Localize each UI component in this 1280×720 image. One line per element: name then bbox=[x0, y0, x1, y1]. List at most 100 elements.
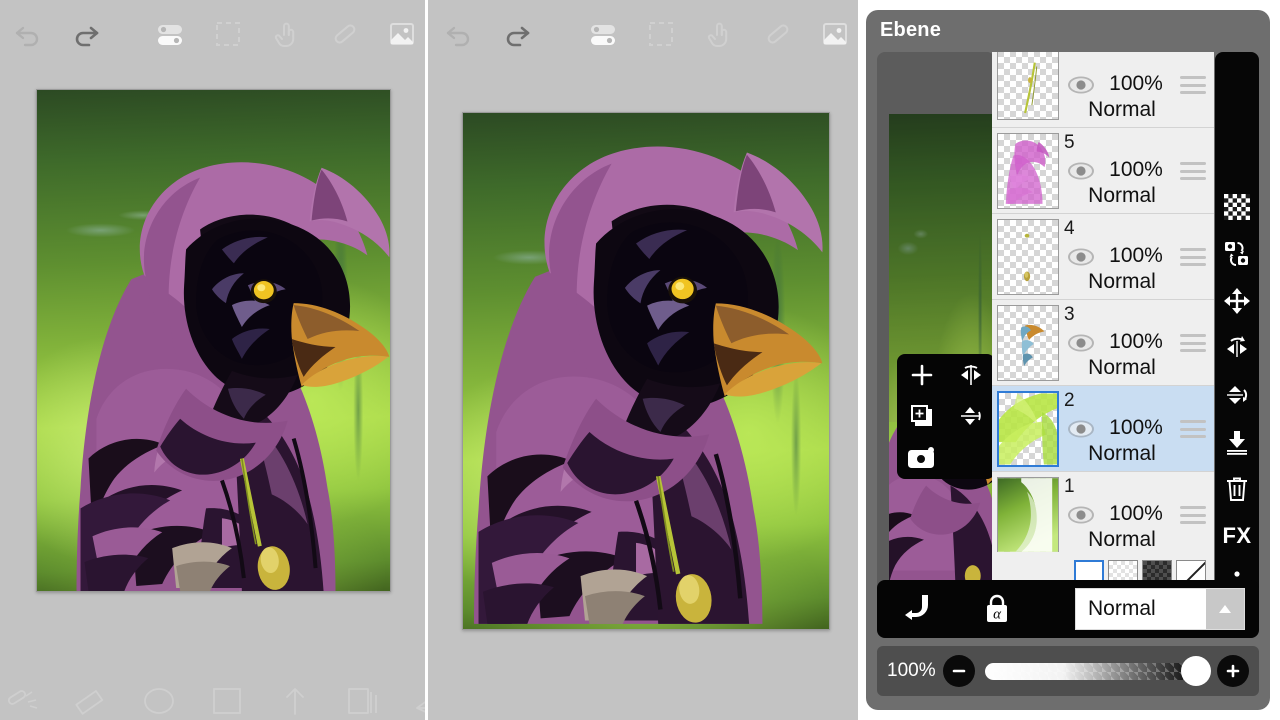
table-row[interactable]: 5 100% Normal bbox=[992, 128, 1214, 214]
layer-tool-rail: FX bbox=[1215, 52, 1259, 597]
checkerboard-icon[interactable] bbox=[1218, 192, 1256, 221]
layer-thumbnail[interactable] bbox=[997, 305, 1059, 381]
thumb-art-specks bbox=[998, 220, 1058, 294]
flip-horizontal-icon[interactable] bbox=[949, 355, 993, 395]
add-layer-icon[interactable] bbox=[900, 355, 944, 395]
layer-drag-handle[interactable] bbox=[1180, 506, 1206, 524]
table-row[interactable]: 100% Normal bbox=[992, 52, 1214, 128]
brush-icon[interactable] bbox=[0, 676, 46, 716]
flip-horizontal-icon[interactable] bbox=[1218, 333, 1256, 362]
fill-icon[interactable] bbox=[204, 676, 250, 716]
layer-drag-handle[interactable] bbox=[1180, 420, 1206, 438]
camera-icon[interactable] bbox=[900, 438, 944, 478]
fx-icon[interactable]: FX bbox=[1218, 521, 1256, 550]
layers-icon[interactable] bbox=[340, 676, 386, 716]
undo-icon[interactable] bbox=[5, 11, 51, 57]
canvas-center[interactable] bbox=[462, 112, 830, 630]
layer-opacity[interactable]: 100% bbox=[1100, 158, 1172, 182]
thumb-art-green-strokes bbox=[999, 393, 1057, 465]
pencil-icon[interactable] bbox=[321, 11, 367, 57]
layer-number: 3 bbox=[1064, 304, 1075, 325]
artwork-raven-center bbox=[463, 113, 829, 629]
blend-mode-select[interactable]: Normal bbox=[1075, 588, 1245, 630]
layer-drag-handle[interactable] bbox=[1180, 334, 1206, 352]
image-icon[interactable] bbox=[379, 11, 425, 57]
layer-opacity[interactable]: 100% bbox=[1100, 330, 1172, 354]
undo-icon[interactable] bbox=[436, 11, 482, 57]
layer-opacity[interactable]: 100% bbox=[1100, 244, 1172, 268]
layer-thumbnail[interactable] bbox=[997, 391, 1059, 467]
layer-visibility-icon[interactable] bbox=[1066, 160, 1096, 182]
chevron-up-icon[interactable] bbox=[1206, 589, 1244, 629]
panel-center bbox=[428, 0, 858, 720]
layer-blend-mode[interactable]: Normal bbox=[1062, 98, 1182, 122]
pencil-icon[interactable] bbox=[754, 11, 800, 57]
layer-visibility-icon[interactable] bbox=[1066, 246, 1096, 268]
layer-blend-mode[interactable]: Normal bbox=[1062, 356, 1182, 380]
bottom-toolbar-left bbox=[0, 672, 425, 720]
layer-visibility-icon[interactable] bbox=[1066, 504, 1096, 526]
image-icon[interactable] bbox=[812, 11, 858, 57]
thumb-art-beak bbox=[998, 306, 1058, 380]
layer-opacity[interactable]: 100% bbox=[1100, 416, 1172, 440]
preview-tool-cluster bbox=[897, 354, 995, 479]
layer-thumbnail[interactable] bbox=[997, 133, 1059, 209]
move-icon[interactable] bbox=[1218, 286, 1256, 315]
layer-blend-mode[interactable]: Normal bbox=[1062, 270, 1182, 294]
layer-thumbnail[interactable] bbox=[997, 52, 1059, 120]
layer-visibility-icon[interactable] bbox=[1066, 74, 1096, 96]
flip-vertical-icon[interactable] bbox=[1218, 380, 1256, 409]
merge-down-icon[interactable] bbox=[1218, 427, 1256, 456]
layer-visibility-icon[interactable] bbox=[1066, 418, 1096, 440]
selection-icon[interactable] bbox=[638, 11, 684, 57]
layer-drag-handle[interactable] bbox=[1180, 76, 1206, 94]
layer-opacity[interactable]: 100% bbox=[1100, 502, 1172, 526]
canvas-left[interactable] bbox=[36, 89, 391, 592]
table-row[interactable]: 3 100% Normal bbox=[992, 300, 1214, 386]
trash-icon[interactable] bbox=[1218, 474, 1256, 503]
thumb-art-magenta-figure bbox=[998, 134, 1058, 208]
raven-figure bbox=[76, 162, 390, 591]
table-row[interactable]: 4 100% Normal bbox=[992, 214, 1214, 300]
layer-drag-handle[interactable] bbox=[1180, 162, 1206, 180]
layer-number: 2 bbox=[1064, 390, 1075, 411]
blur-icon[interactable] bbox=[136, 676, 182, 716]
clipping-mask-icon[interactable] bbox=[877, 592, 957, 626]
toggles-icon[interactable] bbox=[147, 11, 193, 57]
alpha-lock-icon[interactable]: α bbox=[957, 592, 1037, 626]
flip-vertical-icon[interactable] bbox=[949, 396, 993, 436]
transform-icon[interactable] bbox=[272, 676, 318, 716]
opacity-decrease-button[interactable] bbox=[943, 655, 975, 687]
eraser-icon[interactable] bbox=[68, 676, 114, 716]
svg-text:α: α bbox=[993, 607, 1002, 623]
table-row[interactable]: 2 100% Normal bbox=[992, 386, 1214, 472]
toggles-icon[interactable] bbox=[580, 11, 626, 57]
finger-icon[interactable] bbox=[263, 11, 309, 57]
layer-blend-mode[interactable]: Normal bbox=[1062, 184, 1182, 208]
canvas-preview[interactable] bbox=[877, 52, 995, 597]
table-row[interactable]: 1 100% Normal bbox=[992, 472, 1214, 558]
opacity-slider-track[interactable] bbox=[985, 656, 1211, 686]
rotate-swap-icon[interactable] bbox=[1218, 239, 1256, 268]
finger-icon[interactable] bbox=[696, 11, 742, 57]
layer-mode-bar: α Normal bbox=[877, 580, 1259, 638]
top-toolbar-center bbox=[428, 0, 858, 68]
redo-icon[interactable] bbox=[494, 11, 540, 57]
layer-thumbnail[interactable] bbox=[997, 477, 1059, 553]
layer-drag-handle[interactable] bbox=[1180, 248, 1206, 266]
layer-opacity[interactable]: 100% bbox=[1100, 72, 1172, 96]
selection-icon[interactable] bbox=[205, 11, 251, 57]
layer-blend-mode[interactable]: Normal bbox=[1062, 442, 1182, 466]
back-icon[interactable] bbox=[408, 676, 425, 716]
layer-thumbnail[interactable] bbox=[997, 219, 1059, 295]
layer-visibility-icon[interactable] bbox=[1066, 332, 1096, 354]
opacity-slider-knob[interactable] bbox=[1181, 656, 1211, 686]
redo-icon[interactable] bbox=[63, 11, 109, 57]
layer-number: 5 bbox=[1064, 132, 1075, 153]
raven-figure bbox=[474, 146, 823, 624]
layer-list[interactable]: 100% Normal 5 100% Normal 4 100% Normal … bbox=[992, 52, 1214, 597]
opacity-increase-button[interactable] bbox=[1217, 655, 1249, 687]
layer-blend-mode[interactable]: Normal bbox=[1062, 528, 1182, 552]
layer-number: 1 bbox=[1064, 476, 1075, 497]
duplicate-layer-icon[interactable] bbox=[900, 396, 944, 436]
